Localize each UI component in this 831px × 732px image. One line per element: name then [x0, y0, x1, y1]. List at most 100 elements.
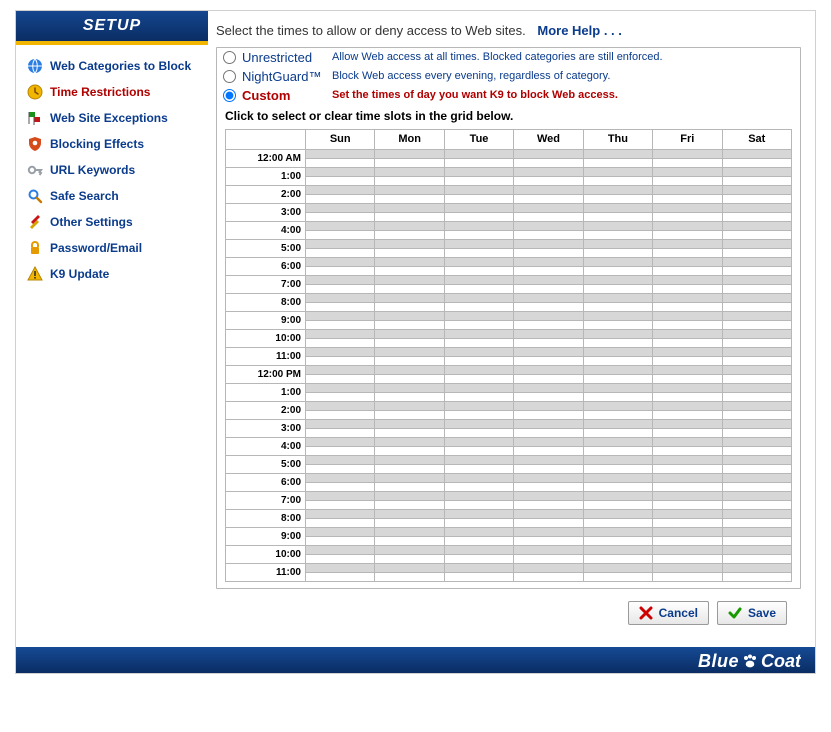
grid-slot[interactable] — [444, 176, 513, 185]
grid-slot[interactable] — [653, 527, 722, 536]
grid-slot[interactable] — [722, 518, 791, 527]
grid-slot[interactable] — [583, 446, 652, 455]
grid-slot[interactable] — [375, 500, 444, 509]
grid-slot[interactable] — [653, 446, 722, 455]
grid-slot[interactable] — [514, 545, 583, 554]
grid-slot[interactable] — [306, 419, 375, 428]
grid-slot[interactable] — [583, 284, 652, 293]
grid-slot[interactable] — [722, 392, 791, 401]
grid-slot[interactable] — [722, 248, 791, 257]
grid-slot[interactable] — [722, 302, 791, 311]
grid-slot[interactable] — [514, 401, 583, 410]
grid-slot[interactable] — [375, 545, 444, 554]
grid-slot[interactable] — [375, 311, 444, 320]
grid-slot[interactable] — [444, 527, 513, 536]
grid-slot[interactable] — [514, 419, 583, 428]
grid-slot[interactable] — [653, 320, 722, 329]
grid-slot[interactable] — [306, 563, 375, 572]
grid-slot[interactable] — [306, 320, 375, 329]
grid-slot[interactable] — [653, 545, 722, 554]
grid-slot[interactable] — [653, 158, 722, 167]
grid-slot[interactable] — [583, 473, 652, 482]
grid-slot[interactable] — [306, 311, 375, 320]
grid-slot[interactable] — [514, 239, 583, 248]
grid-slot[interactable] — [444, 518, 513, 527]
grid-time-label[interactable]: 10:00 — [226, 329, 306, 347]
grid-day-header[interactable]: Mon — [375, 129, 444, 149]
grid-slot[interactable] — [375, 527, 444, 536]
grid-slot[interactable] — [444, 347, 513, 356]
grid-slot[interactable] — [722, 239, 791, 248]
grid-slot[interactable] — [583, 437, 652, 446]
grid-slot[interactable] — [653, 185, 722, 194]
grid-slot[interactable] — [444, 374, 513, 383]
grid-slot[interactable] — [722, 167, 791, 176]
grid-slot[interactable] — [375, 347, 444, 356]
sidebar-item-time-restrictions[interactable]: Time Restrictions — [24, 79, 202, 105]
grid-slot[interactable] — [306, 410, 375, 419]
grid-time-label[interactable]: 12:00 PM — [226, 365, 306, 383]
grid-slot[interactable] — [653, 374, 722, 383]
grid-day-header[interactable]: Tue — [444, 129, 513, 149]
grid-slot[interactable] — [583, 338, 652, 347]
grid-slot[interactable] — [375, 167, 444, 176]
grid-slot[interactable] — [306, 167, 375, 176]
grid-slot[interactable] — [653, 428, 722, 437]
grid-slot[interactable] — [375, 266, 444, 275]
grid-slot[interactable] — [722, 284, 791, 293]
sidebar-item-url-keywords[interactable]: URL Keywords — [24, 157, 202, 183]
grid-slot[interactable] — [722, 527, 791, 536]
grid-slot[interactable] — [653, 572, 722, 581]
grid-slot[interactable] — [722, 311, 791, 320]
grid-slot[interactable] — [444, 446, 513, 455]
grid-slot[interactable] — [583, 275, 652, 284]
grid-slot[interactable] — [306, 203, 375, 212]
grid-slot[interactable] — [444, 392, 513, 401]
grid-slot[interactable] — [375, 563, 444, 572]
grid-slot[interactable] — [444, 410, 513, 419]
grid-slot[interactable] — [514, 446, 583, 455]
grid-slot[interactable] — [514, 536, 583, 545]
grid-slot[interactable] — [375, 536, 444, 545]
grid-time-label[interactable]: 1:00 — [226, 383, 306, 401]
grid-slot[interactable] — [444, 212, 513, 221]
grid-time-label[interactable]: 10:00 — [226, 545, 306, 563]
grid-slot[interactable] — [653, 410, 722, 419]
grid-slot[interactable] — [306, 446, 375, 455]
grid-slot[interactable] — [514, 248, 583, 257]
grid-slot[interactable] — [583, 293, 652, 302]
grid-slot[interactable] — [583, 374, 652, 383]
grid-slot[interactable] — [444, 572, 513, 581]
grid-slot[interactable] — [444, 338, 513, 347]
grid-slot[interactable] — [375, 428, 444, 437]
grid-slot[interactable] — [375, 257, 444, 266]
grid-slot[interactable] — [514, 392, 583, 401]
grid-slot[interactable] — [375, 473, 444, 482]
grid-slot[interactable] — [375, 455, 444, 464]
grid-slot[interactable] — [653, 455, 722, 464]
grid-slot[interactable] — [444, 185, 513, 194]
grid-slot[interactable] — [653, 383, 722, 392]
grid-slot[interactable] — [444, 257, 513, 266]
grid-slot[interactable] — [722, 194, 791, 203]
grid-slot[interactable] — [444, 419, 513, 428]
grid-slot[interactable] — [583, 167, 652, 176]
grid-slot[interactable] — [653, 266, 722, 275]
grid-slot[interactable] — [375, 509, 444, 518]
grid-slot[interactable] — [444, 284, 513, 293]
grid-slot[interactable] — [583, 185, 652, 194]
grid-slot[interactable] — [722, 347, 791, 356]
grid-slot[interactable] — [583, 266, 652, 275]
grid-slot[interactable] — [306, 284, 375, 293]
grid-slot[interactable] — [514, 374, 583, 383]
grid-slot[interactable] — [375, 437, 444, 446]
grid-slot[interactable] — [444, 356, 513, 365]
grid-slot[interactable] — [514, 464, 583, 473]
grid-slot[interactable] — [375, 239, 444, 248]
grid-slot[interactable] — [653, 212, 722, 221]
grid-slot[interactable] — [583, 212, 652, 221]
option-radio-nightguard[interactable] — [223, 70, 236, 83]
grid-slot[interactable] — [653, 248, 722, 257]
grid-slot[interactable] — [653, 500, 722, 509]
grid-slot[interactable] — [306, 473, 375, 482]
